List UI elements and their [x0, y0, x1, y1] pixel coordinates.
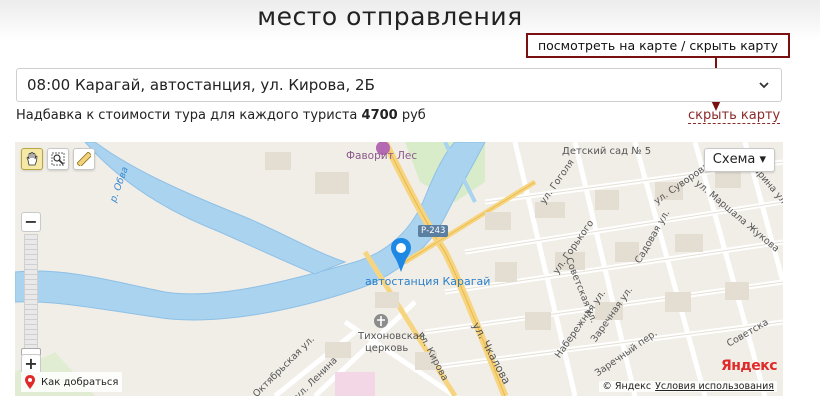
bus-station-marker-icon[interactable]	[388, 236, 414, 274]
route-link[interactable]: Как добраться	[21, 372, 123, 392]
yandex-logo-text: Яндекс	[720, 358, 778, 374]
hide-map-link[interactable]: скрыть карту	[688, 108, 781, 124]
poi-kindergarten: Детский сад № 5	[562, 146, 652, 157]
yandex-logo: Яндекс	[720, 358, 778, 374]
zoom-in-button[interactable]: +	[21, 354, 41, 374]
surcharge-text: Надбавка к стоимости тура для каждого ту…	[16, 108, 426, 123]
map-widget[interactable]: Фаворит Лес Детский сад № 5 Тихоновская …	[15, 142, 783, 396]
poi-favorit-les: Фаворит Лес	[346, 150, 418, 162]
route-link-label: Как добраться	[41, 376, 119, 388]
road-number-sign: Р-243	[418, 225, 449, 237]
zoom-control: − +	[21, 212, 41, 374]
route-pin-icon	[25, 375, 35, 389]
zoom-slider-track[interactable]	[24, 234, 38, 352]
map-toolbar	[21, 148, 95, 172]
chevron-down-icon	[759, 82, 769, 89]
terms-link[interactable]: Условия использования	[655, 381, 774, 392]
ruler-icon[interactable]	[73, 148, 95, 170]
map-hint-callout: посмотреть на карте / скрыть карту	[526, 33, 790, 58]
map-attribution: © Яндекс Условия использования	[599, 381, 777, 392]
zoom-out-button[interactable]: −	[21, 212, 41, 232]
departure-select-value: 08:00 Карагай, автостанция, ул. Кирова, …	[27, 76, 375, 94]
poi-church-line2: церковь	[365, 343, 409, 354]
surcharge-currency: руб	[397, 108, 426, 123]
zoom-area-icon[interactable]	[47, 148, 69, 170]
surcharge-amount: 4700	[361, 108, 398, 123]
copyright-text: © Яндекс	[602, 381, 652, 392]
hand-icon[interactable]	[21, 148, 43, 170]
departure-select[interactable]: 08:00 Карагай, автостанция, ул. Кирова, …	[16, 68, 782, 102]
marker-label: автостанция Карагай	[365, 275, 491, 288]
poi-church-line1: Тихоновская	[358, 331, 425, 342]
surcharge-label: Надбавка к стоимости тура для каждого ту…	[16, 108, 362, 123]
map-type-button[interactable]: Схема ▾	[703, 148, 775, 172]
page-title: место отправления	[257, 2, 523, 31]
